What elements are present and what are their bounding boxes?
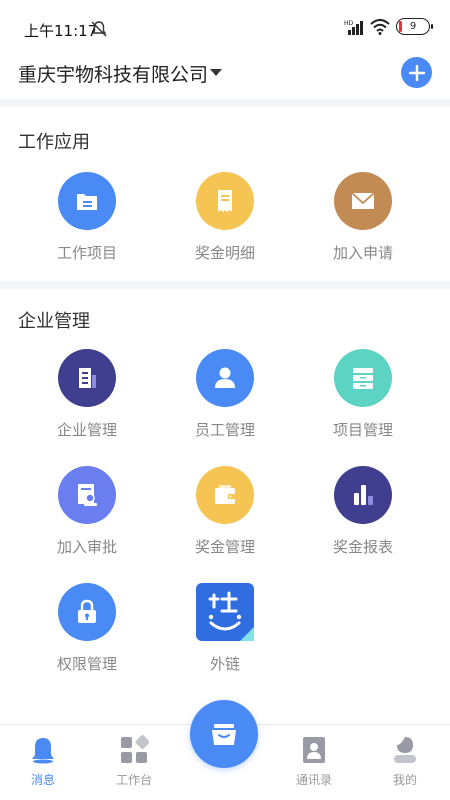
app-project-management[interactable]: 项目管理 (308, 349, 418, 440)
app-label: 奖金明细 (194, 244, 255, 262)
inbox-tray-icon (212, 724, 236, 745)
app-label: 企业管理 (56, 421, 117, 439)
app-bonus-details[interactable]: 奖金明细 (170, 172, 280, 263)
app-label: 工作项目 (56, 244, 117, 262)
company-selector[interactable]: 重庆宇物科技有限公司 (18, 60, 208, 87)
tab-messages[interactable]: 消息 (8, 735, 78, 788)
plus-icon (408, 64, 425, 81)
center-action-button[interactable] (190, 700, 258, 768)
signal-icon: HD (344, 20, 363, 35)
section-divider (0, 99, 450, 107)
grid-icon (119, 735, 149, 765)
caret-down-icon[interactable] (210, 69, 222, 76)
person-icon (196, 349, 254, 407)
add-button[interactable] (401, 57, 432, 88)
tab-label: 消息 (30, 773, 55, 787)
header: 重庆宇物科技有限公司 (0, 56, 450, 96)
approval-stamp-icon (58, 466, 116, 524)
wallet-icon (196, 466, 254, 524)
app-work-project[interactable]: 工作项目 (32, 172, 142, 263)
app-label: 奖金报表 (332, 538, 393, 556)
contacts-icon (299, 735, 329, 765)
lock-icon (58, 583, 116, 641)
profile-icon (390, 735, 420, 765)
bar-chart-icon (334, 466, 392, 524)
tab-contacts[interactable]: 通讯录 (279, 735, 349, 788)
app-label: 加入申请 (332, 244, 393, 262)
svg-text:HD: HD (344, 20, 354, 27)
app-join-approval[interactable]: 加入审批 (32, 466, 142, 557)
receipt-icon (196, 172, 254, 230)
app-employee-management[interactable]: 员工管理 (170, 349, 280, 440)
app-bonus-management[interactable]: 奖金管理 (170, 466, 280, 557)
section-title-work-apps: 工作应用 (18, 132, 90, 153)
tab-workbench[interactable]: 工作台 (99, 735, 169, 788)
tab-label: 我的 (392, 773, 417, 787)
status-bar: 上午11:17 HD 9 (0, 0, 450, 56)
app-label: 项目管理 (332, 421, 393, 439)
tab-label: 工作台 (115, 773, 152, 787)
cabinet-icon (334, 349, 392, 407)
battery-icon: 9 (396, 18, 433, 35)
app-bonus-report[interactable]: 奖金报表 (308, 466, 418, 557)
tab-label: 通讯录 (295, 773, 332, 787)
status-icons: HD 9 (344, 18, 433, 35)
section-title-enterprise-management: 企业管理 (18, 311, 90, 332)
section-divider (0, 281, 450, 289)
app-label: 权限管理 (56, 655, 117, 673)
app-external-link[interactable]: 外链 (170, 583, 280, 674)
wifi-icon (370, 18, 390, 35)
battery-level: 9 (409, 21, 417, 32)
building-icon (58, 349, 116, 407)
bell-icon (28, 735, 58, 765)
status-time: 上午11:17 (24, 22, 98, 40)
app-label: 员工管理 (194, 421, 255, 439)
app-enterprise-management[interactable]: 企业管理 (32, 349, 142, 440)
app-label: 外链 (209, 655, 240, 673)
envelope-icon (334, 172, 392, 230)
do-not-disturb-icon (91, 21, 107, 37)
external-link-logo-icon (196, 583, 254, 641)
app-label: 奖金管理 (194, 538, 255, 556)
app-label: 加入审批 (56, 538, 117, 556)
tab-mine[interactable]: 我的 (370, 735, 440, 788)
app-join-application[interactable]: 加入申请 (308, 172, 418, 263)
app-permission-management[interactable]: 权限管理 (32, 583, 142, 674)
folder-icon (58, 172, 116, 230)
